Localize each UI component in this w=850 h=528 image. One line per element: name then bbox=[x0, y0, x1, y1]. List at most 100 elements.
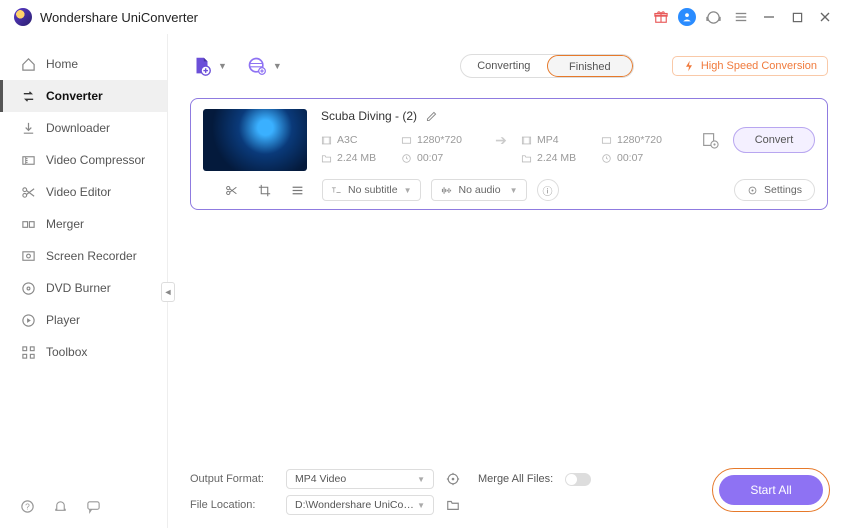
feedback-icon[interactable] bbox=[86, 499, 101, 514]
add-url-dropdown[interactable]: ▼ bbox=[273, 61, 282, 71]
chevron-down-icon: ▼ bbox=[404, 186, 412, 195]
help-icon[interactable]: ? bbox=[20, 499, 35, 514]
sidebar-item-label: Screen Recorder bbox=[46, 249, 137, 263]
sidebar-item-label: Video Editor bbox=[46, 185, 111, 199]
resolution-icon bbox=[401, 135, 412, 146]
sidebar-item-recorder[interactable]: Screen Recorder bbox=[0, 240, 167, 272]
sidebar-item-editor[interactable]: Video Editor bbox=[0, 176, 167, 208]
svg-text:T: T bbox=[332, 187, 337, 194]
rename-icon[interactable] bbox=[425, 110, 438, 123]
sidebar-item-player[interactable]: Player bbox=[0, 304, 167, 336]
support-icon[interactable] bbox=[702, 6, 724, 28]
sidebar-item-downloader[interactable]: Downloader bbox=[0, 112, 167, 144]
folder-icon bbox=[321, 153, 332, 164]
sidebar-item-label: Video Compressor bbox=[46, 153, 145, 167]
sidebar-item-dvd[interactable]: DVD Burner bbox=[0, 272, 167, 304]
tabs: Converting Finished bbox=[460, 54, 634, 78]
start-all-highlight: Start All bbox=[712, 468, 830, 512]
crop-icon[interactable] bbox=[258, 184, 271, 197]
subtitle-label: No subtitle bbox=[348, 184, 398, 196]
sidebar-item-toolbox[interactable]: Toolbox bbox=[0, 336, 167, 368]
toolbar: ▼ ▼ Converting Finished High Speed Conve… bbox=[190, 48, 828, 84]
audio-select[interactable]: No audio ▼ bbox=[431, 179, 527, 201]
titlebar: Wondershare UniConverter bbox=[0, 0, 850, 34]
output-format-select[interactable]: MP4 Video ▼ bbox=[286, 469, 434, 489]
sidebar-item-label: Merger bbox=[46, 217, 84, 231]
add-url-button[interactable] bbox=[245, 54, 269, 78]
bell-icon[interactable] bbox=[53, 499, 68, 514]
file-title: Scuba Diving - (2) bbox=[321, 109, 417, 123]
dst-res: 1280*720 bbox=[617, 134, 662, 146]
gift-icon[interactable] bbox=[650, 6, 672, 28]
more-icon[interactable] bbox=[291, 184, 304, 197]
settings-label: Settings bbox=[764, 184, 802, 196]
dst-dur: 00:07 bbox=[617, 152, 643, 164]
audio-label: No audio bbox=[459, 184, 501, 196]
subtitle-icon: T bbox=[331, 185, 342, 196]
bolt-icon bbox=[683, 60, 695, 72]
chevron-down-icon: ▼ bbox=[417, 501, 425, 510]
output-settings-icon[interactable] bbox=[446, 472, 460, 486]
subtitle-select[interactable]: T No subtitle ▼ bbox=[322, 179, 421, 201]
hs-label: High Speed Conversion bbox=[701, 60, 817, 72]
home-icon bbox=[20, 56, 36, 72]
clock-icon bbox=[401, 153, 412, 164]
add-file-dropdown[interactable]: ▼ bbox=[218, 61, 227, 71]
convert-button[interactable]: Convert bbox=[733, 127, 815, 153]
file-location-label: File Location: bbox=[190, 499, 274, 511]
gear-icon bbox=[747, 185, 758, 196]
recorder-icon bbox=[20, 248, 36, 264]
chevron-down-icon: ▼ bbox=[510, 186, 518, 195]
sidebar-item-label: Downloader bbox=[46, 121, 110, 135]
output-format-value: MP4 Video bbox=[295, 473, 346, 485]
add-file-button[interactable] bbox=[190, 54, 214, 78]
dst-size: 2.24 MB bbox=[537, 152, 576, 164]
merge-icon bbox=[20, 216, 36, 232]
maximize-button[interactable] bbox=[786, 6, 808, 28]
sidebar-footer: ? bbox=[0, 485, 167, 528]
preset-icon[interactable] bbox=[701, 131, 719, 149]
compress-icon bbox=[20, 152, 36, 168]
sidebar-item-label: Toolbox bbox=[46, 345, 87, 359]
sidebar: Home Converter Downloader Video Compress… bbox=[0, 34, 168, 528]
tab-converting[interactable]: Converting bbox=[461, 55, 547, 77]
chevron-down-icon: ▼ bbox=[417, 475, 425, 484]
user-avatar-icon[interactable] bbox=[678, 8, 696, 26]
svg-text:?: ? bbox=[25, 501, 30, 511]
file-location-value: D:\Wondershare UniConverter bbox=[295, 499, 417, 511]
folder-icon bbox=[521, 153, 532, 164]
settings-button[interactable]: Settings bbox=[734, 179, 815, 201]
app-title: Wondershare UniConverter bbox=[40, 10, 198, 25]
film-icon bbox=[521, 135, 532, 146]
sidebar-item-compressor[interactable]: Video Compressor bbox=[0, 144, 167, 176]
content-area: ▼ ▼ Converting Finished High Speed Conve… bbox=[168, 34, 850, 528]
video-thumbnail[interactable] bbox=[203, 109, 307, 171]
open-folder-icon[interactable] bbox=[446, 498, 460, 512]
src-size: 2.24 MB bbox=[337, 152, 376, 164]
download-icon bbox=[20, 120, 36, 136]
converter-icon bbox=[20, 88, 36, 104]
sidebar-item-label: Converter bbox=[46, 89, 103, 103]
trim-icon[interactable] bbox=[225, 184, 238, 197]
menu-icon[interactable] bbox=[730, 6, 752, 28]
file-location-select[interactable]: D:\Wondershare UniConverter ▼ bbox=[286, 495, 434, 515]
dst-format: MP4 bbox=[537, 134, 559, 146]
close-button[interactable] bbox=[814, 6, 836, 28]
src-dur: 00:07 bbox=[417, 152, 443, 164]
minimize-button[interactable] bbox=[758, 6, 780, 28]
tab-finished[interactable]: Finished bbox=[547, 55, 633, 77]
resolution-icon bbox=[601, 135, 612, 146]
film-icon bbox=[321, 135, 332, 146]
sidebar-item-converter[interactable]: Converter bbox=[0, 80, 167, 112]
app-logo bbox=[14, 8, 32, 26]
grid-icon bbox=[20, 344, 36, 360]
high-speed-conversion-button[interactable]: High Speed Conversion bbox=[672, 56, 828, 76]
start-all-button[interactable]: Start All bbox=[719, 475, 823, 505]
merge-toggle[interactable] bbox=[565, 473, 591, 486]
disc-icon bbox=[20, 280, 36, 296]
info-button[interactable]: ⓘ bbox=[537, 179, 559, 201]
scissors-icon bbox=[20, 184, 36, 200]
file-card: Scuba Diving - (2) A3C 1280*720 ➔ MP4 12… bbox=[190, 98, 828, 210]
sidebar-item-home[interactable]: Home bbox=[0, 48, 167, 80]
sidebar-item-merger[interactable]: Merger bbox=[0, 208, 167, 240]
